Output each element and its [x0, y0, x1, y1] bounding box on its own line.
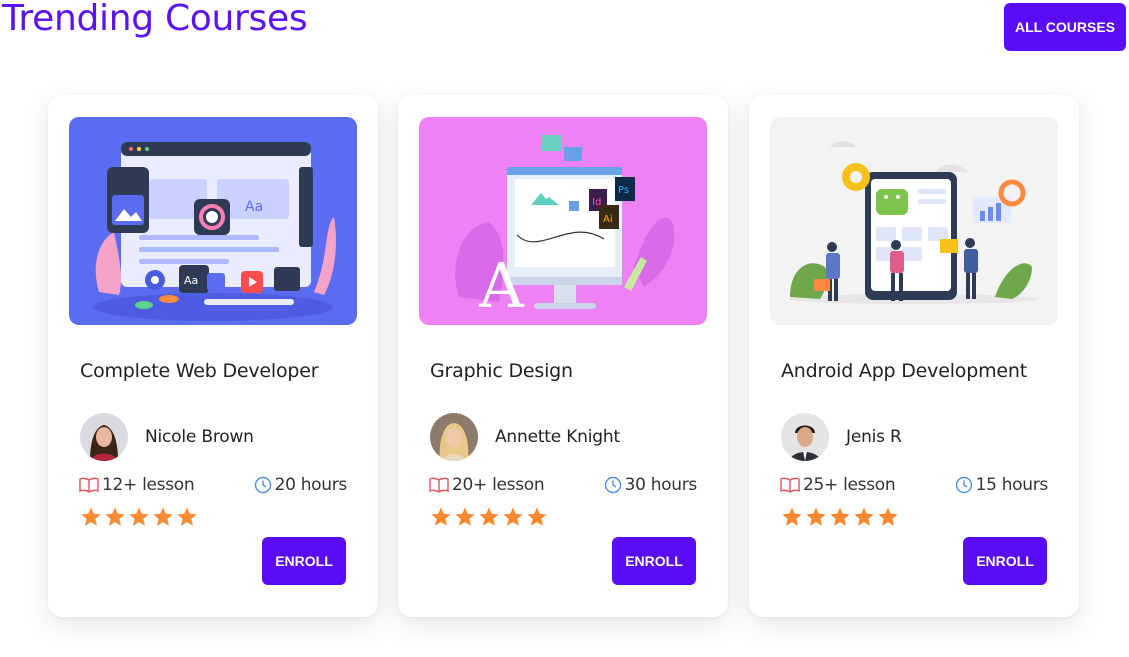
course-card[interactable]: A Id Ai Ps Graphic Design Annette Knight… [398, 95, 728, 617]
lesson-count-label: 12+ lesson [102, 475, 195, 495]
enroll-button[interactable]: ENROLL [262, 537, 346, 585]
enroll-button[interactable]: ENROLL [612, 537, 696, 585]
enroll-button[interactable]: ENROLL [963, 537, 1047, 585]
duration-label: 20 hours [274, 475, 348, 495]
course-thumbnail[interactable]: A Id Ai Ps [419, 117, 707, 325]
clock-icon [254, 476, 271, 494]
lesson-count: 25+ lesson [780, 474, 896, 496]
star-icon [830, 507, 850, 526]
lesson-count: 12+ lesson [79, 474, 195, 496]
instructor-avatar [80, 413, 128, 461]
course-card[interactable]: Aa Aa Complete Web Developer Nicole Brow… [48, 95, 378, 617]
star-icon [854, 507, 874, 526]
course-duration: 15 hours [955, 474, 1048, 496]
star-icon [878, 507, 898, 526]
course-title[interactable]: Android App Development [781, 360, 1027, 382]
svg-text:Ps: Ps [618, 185, 629, 196]
star-icon [806, 507, 826, 526]
lesson-count-label: 20+ lesson [452, 475, 545, 495]
course-duration: 30 hours [604, 474, 697, 496]
svg-text:A: A [478, 249, 525, 322]
star-icon [153, 507, 173, 526]
rating-stars [781, 506, 899, 528]
course-card[interactable]: Android App Development Jenis R 25+ less… [749, 95, 1079, 617]
duration-label: 30 hours [624, 475, 698, 495]
star-icon [105, 507, 125, 526]
svg-text:Aa: Aa [245, 199, 263, 215]
book-icon [429, 477, 449, 493]
star-icon [81, 507, 101, 526]
course-title[interactable]: Complete Web Developer [80, 360, 319, 382]
star-icon [782, 507, 802, 526]
clock-icon [604, 476, 621, 494]
rating-stars [80, 506, 198, 528]
lesson-count-label: 25+ lesson [803, 475, 896, 495]
web-developer-illustration: Aa Aa [69, 117, 357, 325]
course-duration: 20 hours [254, 474, 347, 496]
book-icon [79, 477, 99, 493]
star-icon [455, 507, 475, 526]
instructor-avatar [781, 413, 829, 461]
clock-icon [955, 476, 972, 494]
instructor-name: Annette Knight [495, 427, 620, 447]
star-icon [503, 507, 523, 526]
lesson-count: 20+ lesson [429, 474, 545, 496]
rating-stars [430, 506, 548, 528]
star-icon [527, 507, 547, 526]
all-courses-button[interactable]: ALL COURSES [1004, 3, 1126, 51]
instructor-avatar [430, 413, 478, 461]
instructor-name: Nicole Brown [145, 427, 254, 447]
star-icon [479, 507, 499, 526]
book-icon [780, 477, 800, 493]
star-icon [177, 507, 197, 526]
course-thumbnail[interactable] [770, 117, 1058, 325]
android-development-illustration [770, 117, 1058, 325]
svg-text:Aa: Aa [184, 274, 198, 287]
duration-label: 15 hours [975, 475, 1049, 495]
graphic-design-illustration: A Id Ai Ps [419, 117, 707, 325]
instructor-name: Jenis R [846, 427, 902, 447]
course-title[interactable]: Graphic Design [430, 360, 573, 382]
course-thumbnail[interactable]: Aa Aa [69, 117, 357, 325]
page-title: Trending Courses [2, 0, 308, 39]
star-icon [129, 507, 149, 526]
star-icon [431, 507, 451, 526]
svg-text:Ai: Ai [603, 214, 613, 225]
